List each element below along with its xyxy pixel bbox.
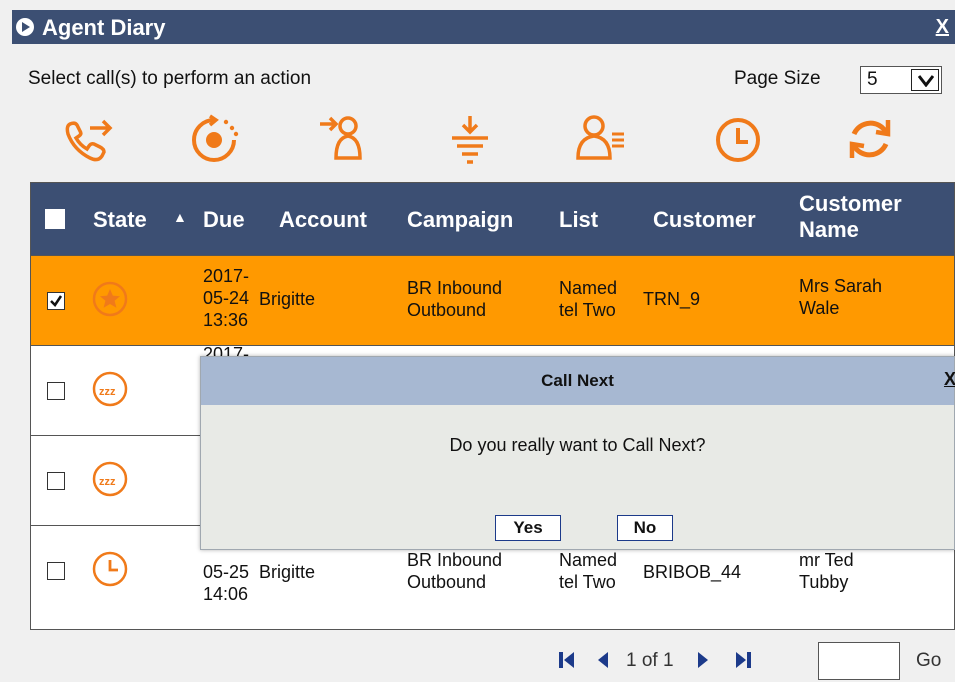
- customer-cell: BRIBOB_44: [643, 562, 742, 582]
- svg-text:zzz: zzz: [99, 386, 116, 398]
- list-line1: Named: [559, 278, 618, 298]
- row-checkbox[interactable]: [47, 472, 65, 490]
- customer-name-line2: Tubby: [799, 572, 849, 592]
- page-number-input[interactable]: [818, 642, 900, 680]
- star-icon: [92, 281, 128, 317]
- call-next-dialog: Call Next X Do you really want to Call N…: [200, 356, 955, 550]
- customer-cell: TRN_9: [643, 289, 701, 309]
- clock-icon[interactable]: [708, 112, 768, 166]
- dialog-close-button[interactable]: X: [944, 369, 955, 390]
- campaign-line2: Outbound: [407, 300, 487, 320]
- svg-text:zzz: zzz: [99, 476, 116, 488]
- prev-page-icon[interactable]: [596, 650, 610, 670]
- row-checkbox[interactable]: [47, 292, 65, 310]
- col-campaign[interactable]: Campaign: [407, 207, 513, 233]
- page-size-value: 5: [867, 69, 878, 90]
- assign-agent-icon[interactable]: [310, 112, 370, 166]
- account-cell: Brigitte: [259, 562, 316, 582]
- dialog-message: Do you really want to Call Next?: [449, 435, 706, 455]
- account-cell: Brigitte: [259, 289, 316, 309]
- clock-icon: [92, 551, 128, 587]
- customer-name-line1: mr Ted: [799, 550, 854, 570]
- snooze-icon: zzz: [92, 371, 128, 407]
- go-button[interactable]: Go: [916, 650, 941, 672]
- customer-name-line1: Mrs Sarah: [799, 276, 883, 296]
- list-line2: tel Two: [559, 572, 616, 592]
- call-transfer-icon[interactable]: [60, 112, 120, 166]
- due-line1: 2017-: [203, 266, 250, 286]
- page-size-select[interactable]: 5: [860, 66, 942, 94]
- no-button[interactable]: No: [617, 515, 673, 541]
- dialog-titlebar: Call Next X: [201, 357, 955, 405]
- snooze-icon: zzz: [92, 461, 128, 497]
- col-customer-name-line1[interactable]: Customer: [799, 191, 902, 217]
- due-line2: 05-25: [203, 562, 250, 582]
- row-checkbox[interactable]: [47, 382, 65, 400]
- customer-name-line2: Wale: [799, 298, 840, 318]
- play-icon[interactable]: [16, 18, 34, 36]
- list-line1: Named: [559, 550, 618, 570]
- page-size-label: Page Size: [734, 68, 821, 89]
- due-line2: 05-24: [203, 288, 250, 308]
- campaign-line1: BR Inbound: [407, 278, 503, 298]
- due-line3: 14:06: [203, 584, 249, 604]
- dial-timer-icon[interactable]: [184, 112, 244, 166]
- list-line2: tel Two: [559, 300, 616, 320]
- refresh-icon[interactable]: [840, 112, 900, 166]
- yes-button[interactable]: Yes: [495, 515, 561, 541]
- campaign-line1: BR Inbound: [407, 550, 503, 570]
- close-button[interactable]: X: [936, 16, 949, 39]
- table-row[interactable]: 2017- 05-24 13:36 Brigitte BR Inbound Ou…: [31, 255, 954, 345]
- download-filter-icon[interactable]: [440, 112, 500, 166]
- last-page-icon[interactable]: [734, 650, 752, 670]
- agent-list-icon[interactable]: [570, 112, 630, 166]
- agent-diary-panel: Agent Diary X Select call(s) to perform …: [12, 10, 955, 682]
- col-account[interactable]: Account: [279, 207, 367, 233]
- due-line3: 13:36: [203, 310, 249, 330]
- row-checkbox[interactable]: [47, 562, 65, 580]
- select-all-checkbox[interactable]: [45, 209, 65, 229]
- col-state[interactable]: State: [93, 207, 147, 233]
- dialog-title: Call Next: [541, 371, 614, 390]
- first-page-icon[interactable]: [558, 650, 576, 670]
- campaign-line2: Outbound: [407, 572, 487, 592]
- next-page-icon[interactable]: [696, 650, 710, 670]
- col-due[interactable]: Due: [203, 207, 245, 233]
- col-customer-name-line2[interactable]: Name: [799, 217, 859, 243]
- page-info: 1 of 1: [626, 650, 674, 671]
- instruction-text: Select call(s) to perform an action: [28, 68, 312, 89]
- sort-asc-icon[interactable]: ▲: [173, 209, 187, 225]
- table-header: State ▲ Due Account Campaign List Custom…: [31, 183, 954, 255]
- col-list[interactable]: List: [559, 207, 598, 233]
- chevron-down-icon[interactable]: [911, 69, 939, 91]
- window-titlebar: Agent Diary X: [12, 10, 955, 44]
- col-customer[interactable]: Customer: [653, 207, 756, 233]
- window-title: Agent Diary: [42, 15, 166, 40]
